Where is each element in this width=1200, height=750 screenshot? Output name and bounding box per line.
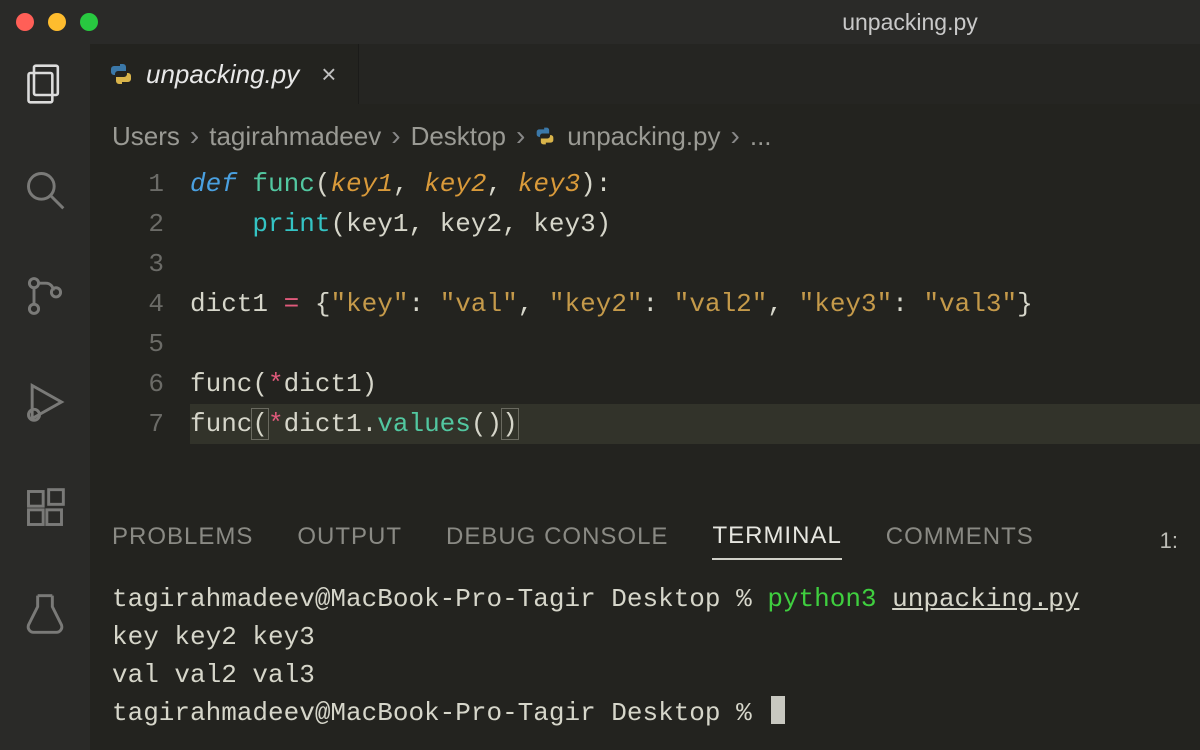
chevron-right-icon: › [190, 120, 199, 152]
window-title: unpacking.py [0, 9, 1200, 36]
source-control-icon[interactable] [23, 274, 67, 318]
line-number: 3 [90, 244, 164, 284]
breadcrumb-segment[interactable]: tagirahmadeev [209, 121, 381, 152]
breadcrumb-segment[interactable]: unpacking.py [567, 121, 720, 152]
panel-tab-problems[interactable]: PROBLEMS [112, 523, 253, 559]
terminal-line: key key2 key3 [112, 618, 1178, 656]
line-number: 6 [90, 364, 164, 404]
terminal-output[interactable]: tagirahmadeev@MacBook-Pro-Tagir Desktop … [90, 560, 1200, 750]
breadcrumb-segment[interactable]: Users [112, 121, 180, 152]
minimize-window-button[interactable] [48, 13, 66, 31]
tab-unpacking-py[interactable]: unpacking.py × [90, 44, 359, 104]
breadcrumb[interactable]: Users › tagirahmadeev › Desktop › unpacking.py… [90, 104, 1200, 160]
panel-tab-terminal[interactable]: TERMINAL [712, 522, 841, 560]
search-icon[interactable] [23, 168, 67, 212]
extensions-icon[interactable] [23, 486, 67, 530]
editor-group: unpacking.py × Users › tagirahmadeev › Deskt… [90, 44, 1200, 750]
code-area[interactable]: def func(key1, key2, key3): print(key1, … [190, 164, 1200, 510]
code-line[interactable]: def func(key1, key2, key3): [190, 164, 1200, 204]
panel-tab-debug-console[interactable]: DEBUG CONSOLE [446, 523, 668, 559]
chevron-right-icon: › [391, 120, 400, 152]
code-line[interactable]: dict1 = {"key": "val", "key2": "val2", "… [190, 284, 1200, 324]
explorer-icon[interactable] [23, 62, 67, 106]
tab-filename: unpacking.py [146, 59, 299, 90]
line-number: 2 [90, 204, 164, 244]
close-window-button[interactable] [16, 13, 34, 31]
breadcrumb-segment[interactable]: ... [750, 121, 772, 152]
terminal-line: tagirahmadeev@MacBook-Pro-Tagir Desktop … [112, 694, 1178, 732]
terminal-cursor [771, 696, 785, 724]
terminal-line: val val2 val3 [112, 656, 1178, 694]
python-file-icon [535, 125, 557, 147]
tab-close-icon[interactable]: × [321, 59, 336, 90]
code-line[interactable] [190, 244, 1200, 284]
run-debug-icon[interactable] [23, 380, 67, 424]
breadcrumb-segment[interactable]: Desktop [411, 121, 506, 152]
code-editor[interactable]: 1234567 def func(key1, key2, key3): prin… [90, 160, 1200, 510]
python-file-icon [108, 61, 134, 87]
chevron-right-icon: › [731, 120, 740, 152]
code-line[interactable]: print(key1, key2, key3) [190, 204, 1200, 244]
code-line[interactable]: func(*dict1.values()) [190, 404, 1200, 444]
code-line[interactable] [190, 324, 1200, 364]
bottom-panel: PROBLEMS OUTPUT DEBUG CONSOLE TERMINAL COMME… [90, 510, 1200, 750]
activity-bar [0, 44, 90, 750]
line-number: 1 [90, 164, 164, 204]
tab-bar: unpacking.py × [90, 44, 1200, 104]
panel-tab-bar: PROBLEMS OUTPUT DEBUG CONSOLE TERMINAL COMME… [90, 510, 1200, 560]
line-number: 4 [90, 284, 164, 324]
line-number: 5 [90, 324, 164, 364]
panel-tab-comments[interactable]: COMMENTS [886, 523, 1034, 559]
terminal-selector[interactable]: 1: [1160, 528, 1178, 554]
panel-tab-output[interactable]: OUTPUT [297, 523, 402, 559]
code-line[interactable]: func(*dict1) [190, 364, 1200, 404]
testing-icon[interactable] [23, 592, 67, 636]
titlebar: unpacking.py [0, 0, 1200, 44]
chevron-right-icon: › [516, 120, 525, 152]
line-number-gutter: 1234567 [90, 164, 190, 510]
window-controls [16, 13, 98, 31]
maximize-window-button[interactable] [80, 13, 98, 31]
line-number: 7 [90, 404, 164, 444]
terminal-line: tagirahmadeev@MacBook-Pro-Tagir Desktop … [112, 580, 1178, 618]
